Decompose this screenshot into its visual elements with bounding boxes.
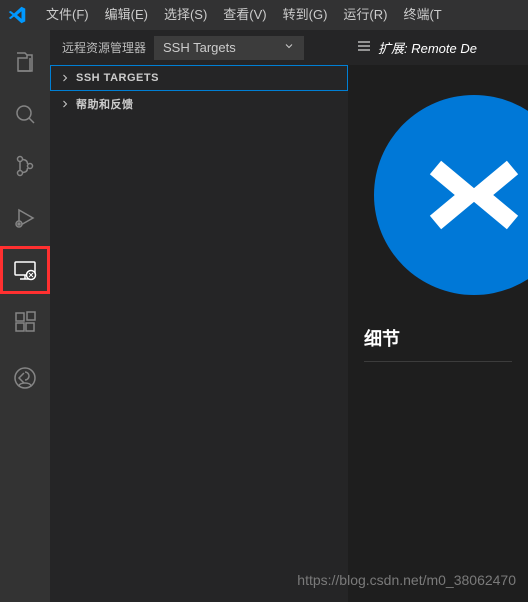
tree-section-help[interactable]: 帮助和反馈	[50, 91, 348, 117]
details-heading: 细节	[364, 325, 512, 351]
chevron-right-icon	[58, 98, 72, 110]
menu-run[interactable]: 运行(R)	[335, 0, 395, 30]
extension-page: 细节	[348, 65, 528, 362]
tree-section-label: SSH TARGETS	[76, 72, 159, 84]
menu-terminal[interactable]: 终端(T	[395, 0, 449, 30]
activity-bar	[0, 30, 50, 602]
menu-view[interactable]: 查看(V)	[215, 0, 274, 30]
menu-bar: 文件(F) 编辑(E) 选择(S) 查看(V) 转到(G) 运行(R) 终端(T	[38, 0, 450, 30]
tree-section-ssh-targets[interactable]: SSH TARGETS	[50, 65, 348, 91]
divider	[364, 361, 512, 362]
chevron-down-icon	[283, 40, 295, 55]
activity-search[interactable]	[0, 90, 50, 138]
menu-edit[interactable]: 编辑(E)	[97, 0, 156, 30]
extension-icon	[374, 95, 528, 295]
title-bar: 文件(F) 编辑(E) 选择(S) 查看(V) 转到(G) 运行(R) 终端(T	[0, 0, 528, 30]
activity-run-debug[interactable]	[0, 194, 50, 242]
menu-file[interactable]: 文件(F)	[38, 0, 97, 30]
menu-select[interactable]: 选择(S)	[156, 0, 215, 30]
editor-area: 扩展: Remote De 细节	[348, 30, 528, 602]
sidebar: 远程资源管理器 SSH Targets SSH TARGETS 帮助和反馈	[50, 30, 348, 602]
activity-extensions[interactable]	[0, 298, 50, 346]
activity-remote-explorer[interactable]	[0, 246, 50, 294]
sidebar-title: 远程资源管理器	[62, 39, 146, 56]
activity-account[interactable]	[0, 354, 50, 402]
remote-targets-dropdown[interactable]: SSH Targets	[154, 36, 304, 60]
chevron-right-icon	[58, 72, 72, 84]
editor-tab[interactable]: 扩展: Remote De	[356, 38, 477, 57]
tree-help-label: 帮助和反馈	[76, 96, 134, 112]
activity-source-control[interactable]	[0, 142, 50, 190]
vscode-logo-icon	[8, 6, 26, 24]
list-icon	[356, 38, 372, 57]
editor-tab-bar: 扩展: Remote De	[348, 30, 528, 65]
editor-tab-label: 扩展: Remote De	[378, 38, 477, 57]
tree-view: SSH TARGETS 帮助和反馈	[50, 65, 348, 117]
dropdown-selected: SSH Targets	[163, 40, 236, 55]
sidebar-header: 远程资源管理器 SSH Targets	[50, 30, 348, 65]
activity-explorer[interactable]	[0, 38, 50, 86]
menu-go[interactable]: 转到(G)	[275, 0, 336, 30]
